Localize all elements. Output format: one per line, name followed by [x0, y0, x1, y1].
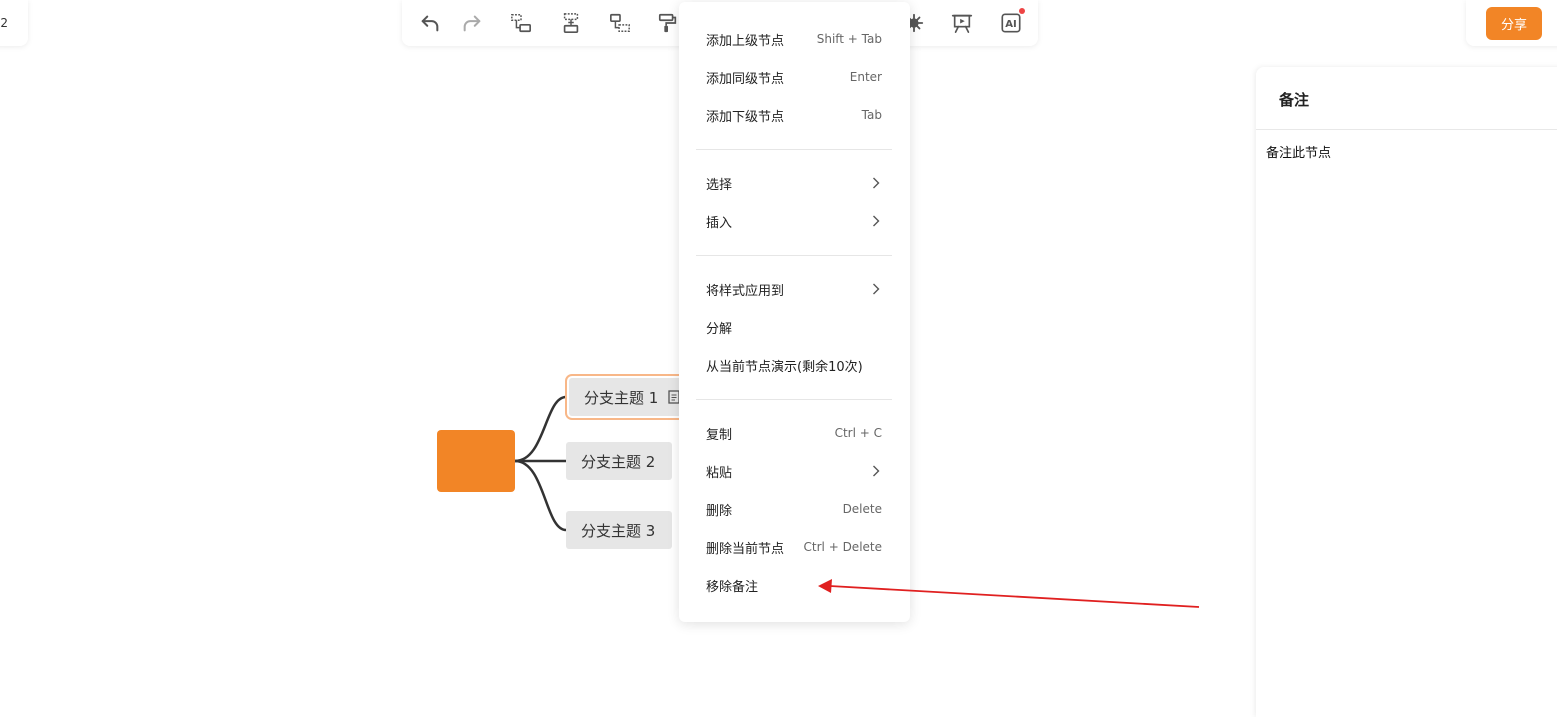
menu-divider — [696, 255, 892, 256]
menu-item-label: 粘贴 — [706, 465, 733, 481]
menu-item-label: 添加上级节点 — [706, 33, 785, 49]
menu-item-label: 从当前节点演示(剩余10次) — [706, 359, 863, 375]
chevron-right-icon — [872, 283, 880, 295]
menu-item-label: 复制 — [706, 427, 733, 443]
menu-item-apply-style-to[interactable]: 将样式应用到 — [679, 270, 910, 308]
menu-item-add-sibling-node[interactable]: 添加同级节点 Enter — [679, 58, 910, 96]
chevron-right-icon — [872, 215, 880, 227]
menu-item-shortcut: Tab — [861, 108, 882, 122]
menu-item-paste[interactable]: 粘贴 — [679, 452, 910, 490]
menu-item-label: 删除 — [706, 503, 733, 519]
branch-node-1[interactable]: 分支主题 1 — [565, 374, 693, 420]
chevron-right-icon — [872, 465, 880, 477]
menu-item-label: 将样式应用到 — [706, 283, 785, 299]
menu-item-insert[interactable]: 插入 — [679, 202, 910, 240]
menu-item-label: 添加下级节点 — [706, 109, 785, 125]
menu-item-shortcut: Delete — [842, 502, 882, 516]
menu-item-label: 移除备注 — [706, 579, 759, 595]
branch-node-label: 分支主题 3 — [581, 521, 656, 540]
menu-item-label: 删除当前节点 — [706, 541, 785, 557]
menu-item-shortcut: Ctrl + C — [834, 426, 882, 440]
menu-divider — [696, 399, 892, 400]
menu-item-delete[interactable]: 删除 Delete — [679, 490, 910, 528]
branch-node-3[interactable]: 分支主题 3 — [566, 511, 672, 549]
menu-item-shortcut: Ctrl + Delete — [803, 540, 882, 554]
menu-item-decompose[interactable]: 分解 — [679, 308, 910, 346]
branch-node-label: 分支主题 2 — [581, 452, 656, 471]
connector-branch-1 — [514, 395, 567, 463]
menu-item-remove-note[interactable]: 移除备注 — [679, 566, 910, 604]
menu-item-select[interactable]: 选择 — [679, 164, 910, 202]
branch-node-label: 分支主题 1 — [584, 388, 659, 407]
menu-item-shortcut: Shift + Tab — [816, 32, 882, 46]
menu-item-delete-current-node[interactable]: 删除当前节点 Ctrl + Delete — [679, 528, 910, 566]
menu-item-copy[interactable]: 复制 Ctrl + C — [679, 414, 910, 452]
connector-branch-3 — [514, 459, 567, 532]
menu-item-label: 选择 — [706, 177, 733, 193]
menu-item-label: 插入 — [706, 215, 733, 231]
chevron-right-icon — [872, 177, 880, 189]
menu-divider — [696, 149, 892, 150]
root-node[interactable] — [437, 430, 515, 492]
menu-item-add-parent-node[interactable]: 添加上级节点 Shift + Tab — [679, 20, 910, 58]
branch-node-2[interactable]: 分支主题 2 — [566, 442, 672, 480]
menu-item-shortcut: Enter — [849, 70, 882, 84]
context-menu: 添加上级节点 Shift + Tab 添加同级节点 Enter 添加下级节点 T… — [679, 2, 910, 622]
menu-item-add-child-node[interactable]: 添加下级节点 Tab — [679, 96, 910, 134]
menu-item-label: 分解 — [706, 321, 733, 337]
menu-item-present-from-node[interactable]: 从当前节点演示(剩余10次) — [679, 346, 910, 384]
menu-item-label: 添加同级节点 — [706, 71, 785, 87]
